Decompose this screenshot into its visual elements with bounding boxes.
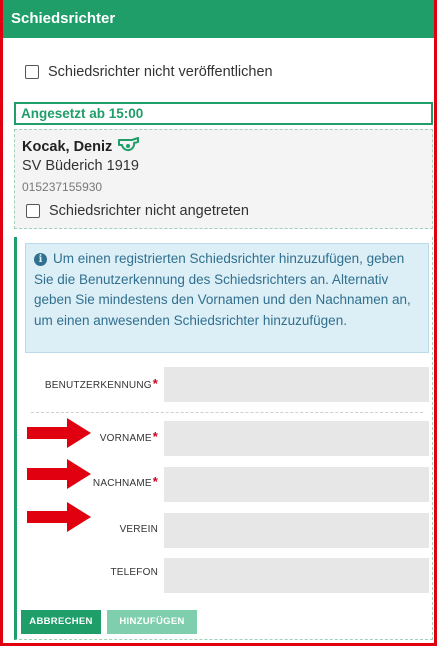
required-marker: *: [152, 376, 158, 391]
not-attended-checkbox-row[interactable]: Schiedsrichter nicht angetreten: [26, 203, 249, 219]
section-header: Schiedsrichter: [3, 0, 434, 38]
lastname-input[interactable]: [164, 467, 429, 502]
username-input[interactable]: [164, 367, 429, 402]
assigned-time-label: Angesetzt ab 15:00: [21, 106, 144, 121]
publish-checkbox[interactable]: [25, 65, 39, 79]
red-arrow-icon: [27, 459, 91, 489]
referee-card: Kocak, Deniz SV Büderich 1919 0152371559…: [14, 129, 433, 229]
firstname-input[interactable]: [164, 421, 429, 456]
phone-label: TELEFON: [110, 567, 158, 578]
required-marker: *: [152, 429, 158, 444]
add-button[interactable]: HINZUFÜGEN: [107, 610, 197, 634]
add-referee-form: i Um einen registrierten Schiedsrichter h…: [14, 237, 433, 640]
referee-club: SV Büderich 1919: [22, 158, 139, 174]
club-input[interactable]: [164, 513, 429, 548]
form-divider: [31, 412, 423, 413]
info-box: i Um einen registrierten Schiedsrichter h…: [25, 243, 429, 353]
red-arrow-icon: [27, 502, 91, 532]
referee-name-row: Kocak, Deniz: [22, 137, 140, 157]
club-label: VEREIN: [119, 524, 158, 535]
required-marker: *: [152, 474, 158, 489]
assigned-time-bar: Angesetzt ab 15:00: [14, 102, 433, 125]
not-attended-checkbox[interactable]: [26, 204, 40, 218]
info-icon: i: [34, 253, 47, 266]
info-text: Um einen registrierten Schiedsrichter hi…: [34, 251, 411, 328]
cancel-button[interactable]: ABBRECHEN: [21, 610, 101, 634]
referee-name: Kocak, Deniz: [22, 139, 113, 155]
firstname-label: VORNAME*: [99, 429, 158, 444]
red-arrow-icon: [27, 418, 91, 448]
lastname-label: NACHNAME*: [92, 474, 158, 489]
whistle-icon: [117, 137, 140, 157]
publish-checkbox-label[interactable]: Schiedsrichter nicht veröffentlichen: [48, 64, 273, 80]
phone-input[interactable]: [164, 558, 429, 593]
username-label: BENUTZERKENNUNG*: [44, 376, 158, 391]
publish-checkbox-row[interactable]: Schiedsrichter nicht veröffentlichen: [25, 64, 273, 80]
not-attended-label[interactable]: Schiedsrichter nicht angetreten: [49, 203, 249, 219]
referee-phone: 015237155930: [22, 180, 103, 194]
section-title: Schiedsrichter: [11, 10, 116, 27]
